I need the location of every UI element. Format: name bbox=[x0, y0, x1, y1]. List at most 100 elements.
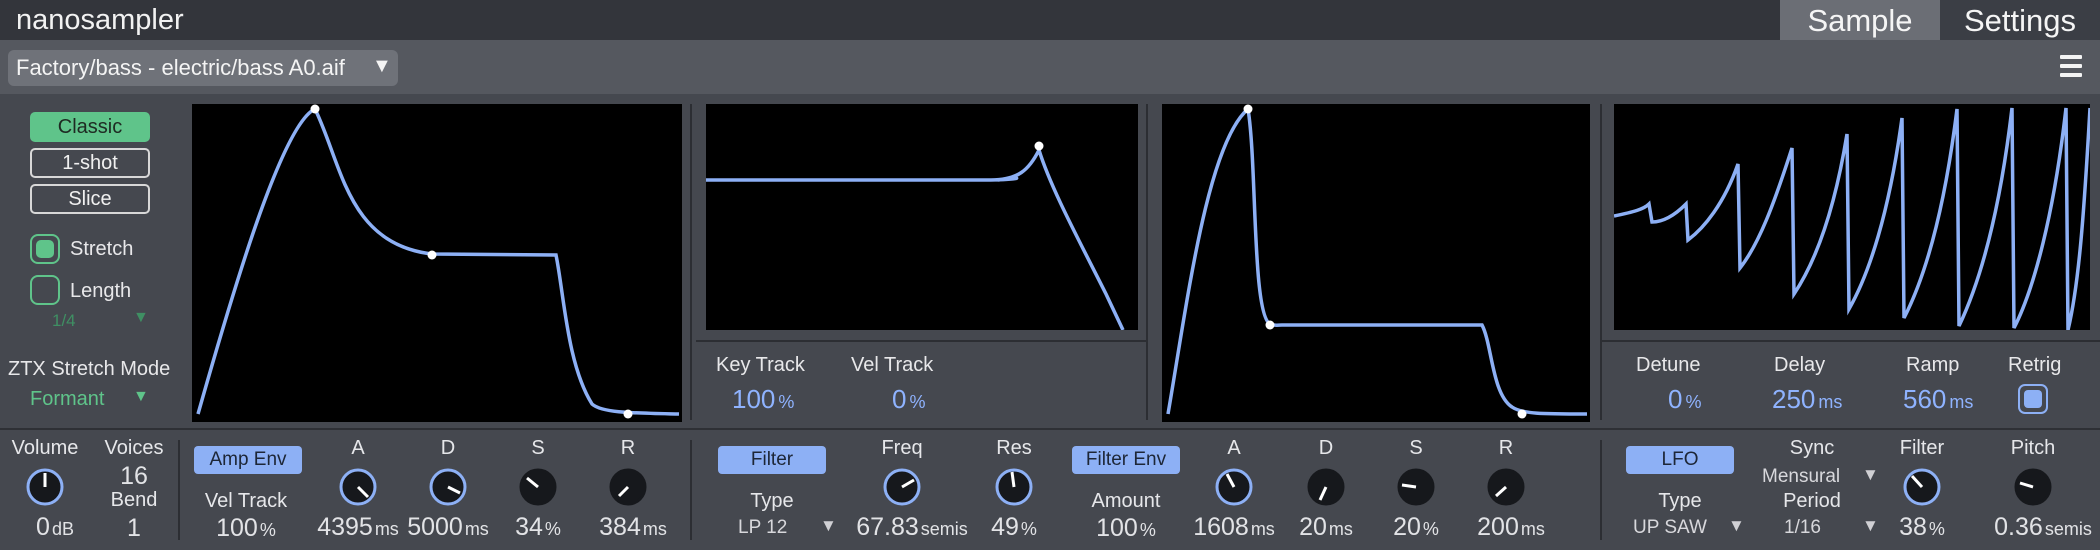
vel-track-value[interactable]: 0% bbox=[892, 384, 925, 415]
filter-response-graph[interactable] bbox=[706, 104, 1138, 330]
fenv-decay-value: 20 ms bbox=[1299, 513, 1353, 541]
amp-attack-knob[interactable] bbox=[338, 467, 378, 507]
fenv-decay-knob[interactable] bbox=[1306, 467, 1346, 507]
fenv-r-label: R bbox=[1498, 437, 1514, 459]
amp-envelope-graph[interactable] bbox=[192, 104, 682, 422]
amp-release-value: 384 ms bbox=[599, 513, 667, 541]
key-track-value[interactable]: 100% bbox=[732, 384, 794, 415]
amp-env-button[interactable]: Amp Env bbox=[194, 446, 302, 474]
tab-settings[interactable]: Settings bbox=[1940, 0, 2100, 40]
detune-value[interactable]: 0% bbox=[1668, 384, 1701, 415]
filter-response-curve bbox=[706, 145, 1125, 330]
filter-type-value[interactable]: LP 12 bbox=[738, 517, 787, 539]
sync-label: Sync bbox=[1789, 437, 1835, 459]
mode-classic-button[interactable]: Classic bbox=[30, 112, 150, 142]
lfo-filter-knob[interactable] bbox=[1902, 467, 1942, 507]
length-dropdown-icon[interactable]: ▼ bbox=[133, 309, 149, 327]
amount-label: Amount bbox=[1091, 490, 1161, 512]
chevron-down-icon: ▼ bbox=[372, 55, 392, 77]
amp-sustain-knob[interactable] bbox=[518, 467, 558, 507]
lfo-button[interactable]: LFO bbox=[1626, 446, 1734, 474]
amp-envelope-curve bbox=[196, 106, 680, 416]
hamburger-menu-icon[interactable] bbox=[2060, 55, 2082, 81]
lfo-waveform-curve bbox=[1614, 107, 2090, 330]
filter-button[interactable]: Filter bbox=[718, 446, 826, 474]
tab-sample[interactable]: Sample bbox=[1780, 0, 1940, 40]
mode-1shot-button[interactable]: 1-shot bbox=[30, 148, 150, 178]
lfo-type-value[interactable]: UP SAW bbox=[1633, 517, 1707, 539]
sync-dropdown-icon[interactable]: ▼ bbox=[1862, 465, 1879, 485]
ztx-stretch-mode-value[interactable]: Formant bbox=[30, 388, 104, 411]
amp-release-handle[interactable] bbox=[623, 409, 633, 419]
lfo-pitch-knob[interactable] bbox=[2013, 467, 2053, 507]
lfo-type-label: Type bbox=[1658, 490, 1702, 512]
mode-slice-button[interactable]: Slice bbox=[30, 184, 150, 214]
filter-freq-knob[interactable] bbox=[882, 467, 922, 507]
fenv-attack-handle[interactable] bbox=[1243, 104, 1253, 114]
retrig-checkbox[interactable] bbox=[2018, 384, 2048, 414]
fenv-d-label: D bbox=[1318, 437, 1334, 459]
amp-sustain-handle[interactable] bbox=[427, 250, 437, 260]
fenv-a-label: A bbox=[1227, 437, 1241, 459]
divider bbox=[1600, 104, 1602, 420]
delay-value[interactable]: 250 ms bbox=[1772, 384, 1842, 415]
filter-res-knob[interactable] bbox=[994, 467, 1034, 507]
key-track-label: Key Track bbox=[716, 354, 805, 376]
vel-track-label: Vel Track bbox=[204, 490, 288, 512]
vel-track-label: Vel Track bbox=[851, 354, 934, 376]
amp-decay-knob[interactable] bbox=[428, 467, 468, 507]
filter-freq-value: 67.83 semis bbox=[856, 513, 968, 541]
fenv-sustain-knob[interactable] bbox=[1396, 467, 1436, 507]
fenv-release-value: 200 ms bbox=[1477, 513, 1545, 541]
divider bbox=[178, 440, 180, 540]
detune-label: Detune bbox=[1636, 354, 1701, 376]
fenv-sustain-handle[interactable] bbox=[1265, 320, 1275, 330]
volume-knob[interactable] bbox=[25, 467, 65, 507]
divider bbox=[1602, 340, 2100, 342]
amp-release-knob[interactable] bbox=[608, 467, 648, 507]
filter-cutoff-handle[interactable] bbox=[1034, 141, 1044, 151]
lfo-filter-value: 38% bbox=[1899, 513, 1945, 541]
divider bbox=[1146, 104, 1148, 420]
period-value[interactable]: 1/16 bbox=[1784, 517, 1821, 539]
sync-value[interactable]: Mensural bbox=[1762, 466, 1840, 488]
voices-value[interactable]: 16 bbox=[84, 462, 184, 491]
lfo-waveform-graph[interactable] bbox=[1614, 104, 2090, 330]
fenv-attack-knob[interactable] bbox=[1214, 467, 1254, 507]
fenv-s-label: S bbox=[1409, 437, 1423, 459]
fenv-release-knob[interactable] bbox=[1486, 467, 1526, 507]
fenv-release-handle[interactable] bbox=[1517, 409, 1527, 419]
amp-sustain-value: 34% bbox=[515, 513, 561, 541]
length-checkbox[interactable] bbox=[30, 275, 60, 305]
stretch-checkbox[interactable] bbox=[30, 234, 60, 264]
filter-env-amount-value[interactable]: 100% bbox=[1076, 514, 1176, 543]
amp-attack-handle[interactable] bbox=[310, 104, 320, 114]
ztx-dropdown-icon[interactable]: ▼ bbox=[133, 388, 149, 406]
length-value: 1/4 bbox=[52, 311, 76, 330]
fenv-sustain-value: 20% bbox=[1393, 513, 1439, 541]
res-label: Res bbox=[996, 437, 1032, 459]
amp-d-label: D bbox=[440, 437, 456, 459]
volume-label: Volume bbox=[11, 437, 79, 459]
divider bbox=[690, 104, 692, 420]
freq-label: Freq bbox=[881, 437, 923, 459]
pitch-label: Pitch bbox=[2010, 437, 2056, 459]
filter-res-value: 49% bbox=[991, 513, 1037, 541]
ramp-value[interactable]: 560 ms bbox=[1903, 384, 1973, 415]
filter-env-button[interactable]: Filter Env bbox=[1072, 446, 1180, 474]
voices-label: Voices bbox=[104, 437, 164, 459]
filter-envelope-graph[interactable] bbox=[1162, 104, 1590, 422]
delay-label: Delay bbox=[1774, 354, 1826, 376]
ztx-stretch-mode-label: ZTX Stretch Mode bbox=[8, 358, 171, 380]
lfo-type-dropdown-icon[interactable]: ▼ bbox=[1728, 516, 1745, 536]
filter-type-dropdown-icon[interactable]: ▼ bbox=[820, 516, 837, 536]
bend-label: Bend bbox=[110, 489, 158, 511]
sample-file-path: Factory/bass - electric/bass A0.aif bbox=[16, 55, 345, 80]
app-title: nanosampler bbox=[16, 4, 184, 36]
divider bbox=[690, 440, 692, 540]
stretch-label: Stretch bbox=[70, 238, 134, 260]
amp-s-label: S bbox=[531, 437, 545, 459]
amp-vel-track-value[interactable]: 100% bbox=[196, 514, 296, 543]
amp-r-label: R bbox=[620, 437, 636, 459]
bend-value[interactable]: 1 bbox=[84, 514, 184, 543]
